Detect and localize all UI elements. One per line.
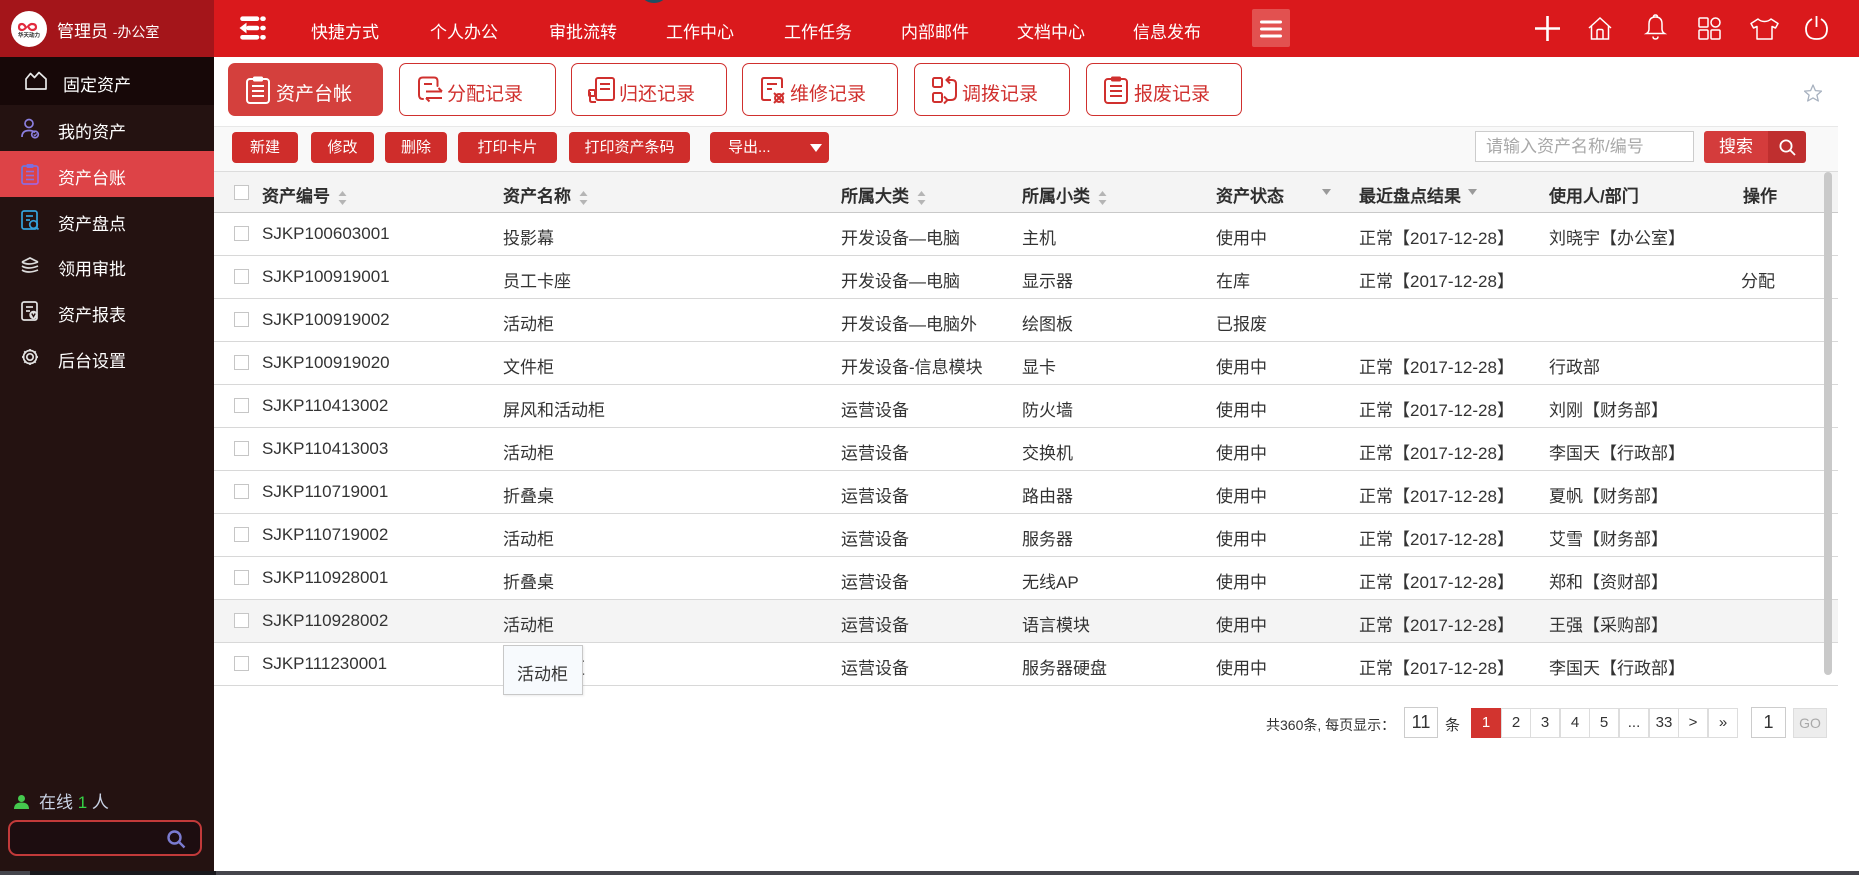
svg-text:华天动力: 华天动力 xyxy=(18,31,41,39)
